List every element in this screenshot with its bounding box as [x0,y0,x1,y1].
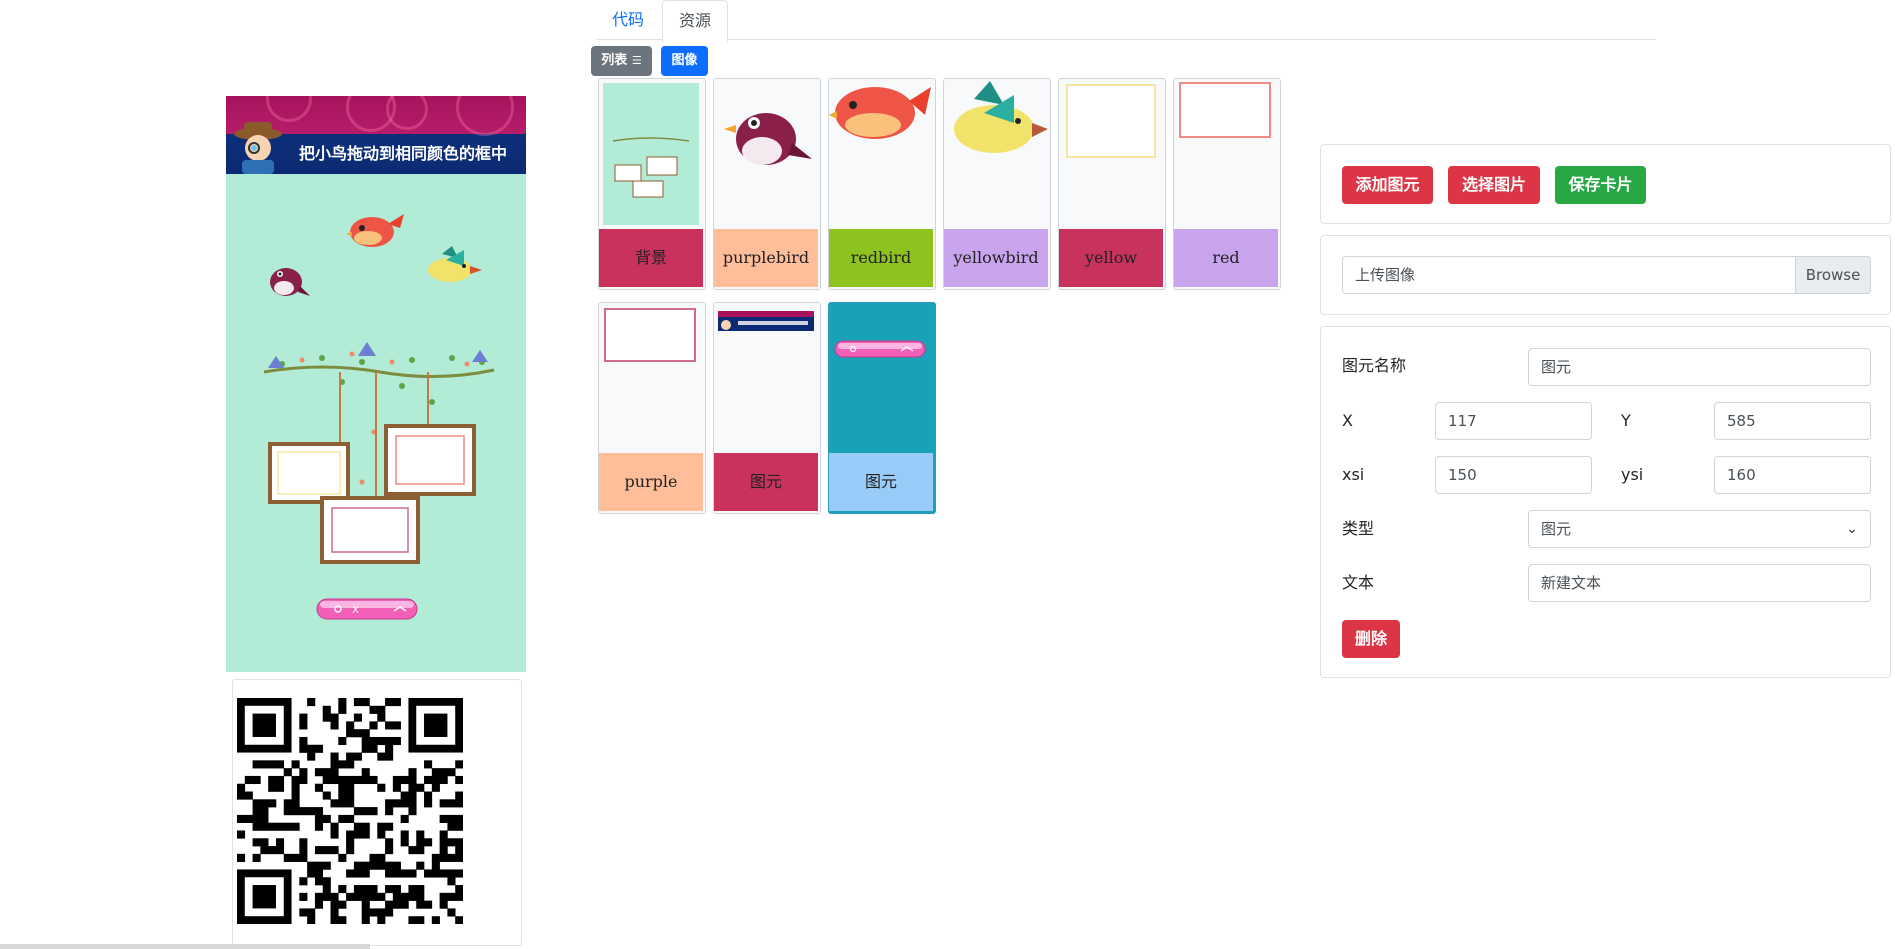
upload-image-placeholder: 上传图像 [1355,266,1416,284]
resource-card-yellow[interactable]: yellow [1058,78,1166,290]
resource-card-caption: 图元 [714,453,818,511]
red-frame-thumbnail-icon [1179,82,1271,138]
save-card-button[interactable]: 保存卡片 [1555,166,1646,204]
pink-button-sprite[interactable]: X [316,598,418,620]
yellow-bird-thumbnail-icon [954,81,1048,153]
element-name-input[interactable]: 图元 [1528,348,1871,386]
text-input[interactable]: 新建文本 [1528,564,1871,602]
element-name-label: 图元名称 [1342,356,1407,375]
red-bird-sprite[interactable] [346,206,406,250]
y-label: Y [1621,411,1631,430]
resource-card-caption: purplebird [714,229,818,287]
x-input[interactable]: 117 [1435,402,1592,440]
resource-card-background[interactable]: 背景 [598,78,706,290]
resource-card-caption: red [1174,229,1278,287]
purple-bird-sprite[interactable] [262,256,310,304]
qr-code-box [232,679,522,946]
list-view-label: 列表 [601,53,628,68]
type-label: 类型 [1342,519,1375,538]
tab-code[interactable]: 代码 [596,0,660,40]
phone-header: 把小鸟拖动到相同颜色的框中 [226,96,526,174]
tab-resources[interactable]: 资源 [662,0,729,43]
resource-card-caption: 图元 [829,453,933,511]
xsi-label: xsi [1342,465,1365,484]
choose-image-button[interactable]: 选择图片 [1448,166,1540,204]
text-label: 文本 [1342,573,1375,592]
resource-card-caption: purple [599,453,703,511]
yellow-frame-thumbnail-icon [1066,84,1156,158]
chevron-down-icon: ⌄ [1846,521,1858,537]
resource-card-purple[interactable]: purple [598,302,706,514]
background-thumbnail-icon [603,83,699,225]
type-select[interactable]: 图元 ⌄ [1528,510,1871,548]
resource-card-red[interactable]: red [1173,78,1281,290]
resource-card-caption: redbird [829,229,933,287]
yellow-bird-sprite[interactable] [424,246,484,286]
phone-title: 把小鸟拖动到相同颜色的框中 [298,144,507,163]
resource-card-caption: yellow [1059,229,1163,287]
header-banner-thumbnail-icon [718,311,814,331]
resource-card-button-element[interactable]: 图元 [828,302,936,514]
phone-preview: 把小鸟拖动到相同颜色的框中 X [226,96,526,672]
svg-text:X: X [352,605,359,616]
actions-panel: 添加图元 选择图片 保存卡片 [1320,144,1891,224]
browse-button[interactable]: Browse [1795,256,1871,294]
upload-panel: 上传图像 Browse [1320,235,1891,315]
pink-button-thumbnail-icon [829,303,933,453]
resource-card-header-element[interactable]: 图元 [713,302,821,514]
resource-card-caption: 背景 [599,229,703,287]
detective-icon [234,122,282,174]
upload-image-input[interactable]: 上传图像 [1342,256,1871,294]
purple-bird-thumbnail-icon [724,113,812,165]
red-bird-thumbnail-icon [829,87,931,139]
resource-card-redbird[interactable]: redbird [828,78,936,290]
type-select-value: 图元 [1541,520,1572,538]
resource-card-yellowbird[interactable]: yellowbird [943,78,1051,290]
ysi-label: ysi [1621,465,1644,484]
xsi-input[interactable]: 150 [1435,456,1592,494]
resource-card-caption: yellowbird [944,229,1048,287]
tab-bar: 代码 资源 [596,0,1656,43]
properties-panel: 图元名称 图元 X 117 Y 585 xsi 150 ysi 160 类型 图… [1320,326,1891,678]
list-view-button[interactable]: 列表 ☰ [591,46,652,76]
image-view-button[interactable]: 图像 [661,46,708,76]
resource-card-purplebird[interactable]: purplebird [713,78,821,290]
delete-button[interactable]: 删除 [1342,620,1400,658]
ysi-input[interactable]: 160 [1714,456,1871,494]
purple-frame-thumbnail-icon [604,308,696,362]
x-label: X [1342,411,1353,430]
horizontal-scrollbar[interactable] [0,944,370,949]
sort-icon: ☰ [631,54,642,67]
add-element-button[interactable]: 添加图元 [1342,166,1433,204]
qr-code-icon [237,698,463,924]
y-input[interactable]: 585 [1714,402,1871,440]
branch-and-frames-illustration [263,342,495,564]
